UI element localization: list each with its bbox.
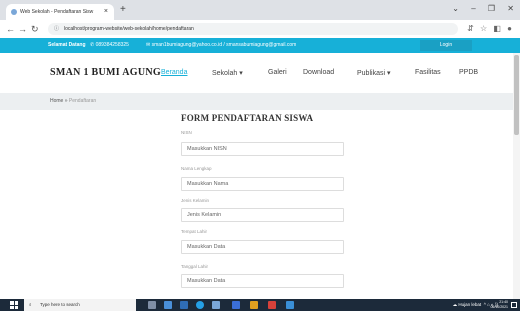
nav-sekolah[interactable]: Sekolah ▾ [212,69,243,77]
nav-galeri[interactable]: Galeri [268,69,287,76]
tab-title: Web Sekolah - Pendaftaran Sisw [20,9,94,15]
nav-beranda[interactable]: Beranda [161,69,187,76]
phone-text: ✆ 089384258325 [90,38,129,53]
tanggal-lahir-input[interactable] [181,274,344,288]
window-controls[interactable]: ⌄ – ❐ ✕ [452,4,514,13]
file-manager-icon[interactable] [164,301,172,309]
address-toolbar: ← → ↻ ⓘ localhost/program-website/web-se… [0,20,520,39]
taskbar-clock[interactable]: 21:40 06/10/2021 [490,300,508,310]
task-view-icon[interactable] [148,301,156,309]
email-address: sman1bumiagung@yahoo.co.id / smansabumia… [151,42,297,48]
tempat-lahir-label: Tempat Lahir [181,229,208,234]
nav-publikasi[interactable]: Publikasi ▾ [357,69,390,77]
mail-app-icon[interactable] [212,301,220,309]
store-icon[interactable] [180,301,188,309]
app-icon-blue[interactable] [286,301,294,309]
browser-tab[interactable]: Web Sekolah - Pendaftaran Sisw × [6,4,114,20]
reload-icon[interactable]: ↻ [31,22,39,36]
breadcrumb-current: Pendaftaran [68,98,97,104]
tempat-lahir-input[interactable] [181,240,344,254]
jenis-kelamin-label: Jenis Kelamin [181,198,210,203]
back-icon[interactable]: ← [6,22,15,36]
edge-browser-icon[interactable] [196,301,204,309]
taskbar-search[interactable]: ⌕ Type here to search [24,299,136,311]
weather-text: Hujan lebat [458,302,482,307]
browser-toolbar-icons[interactable]: ⇵ ☆ ◧ ● [467,22,512,36]
app-icon-red[interactable] [268,301,276,309]
scrollbar-thumb[interactable] [514,55,519,135]
breadcrumb: Home » Pendaftaran [50,93,96,110]
nav-download[interactable]: Download [303,69,334,76]
windows-start-icon[interactable] [10,301,18,309]
url-text[interactable]: localhost/program-website/web-sekolah/ho… [64,23,194,35]
search-placeholder: Type here to search [40,302,80,307]
school-brand[interactable]: SMAN 1 BUMI AGUNG [50,67,161,78]
greeting-text: Selamat Datang [48,42,86,48]
jenis-kelamin-input[interactable] [181,208,344,222]
page-scrollbar[interactable] [513,53,520,299]
folder-icon[interactable] [250,301,258,309]
email-text: ✉ sman1bumiagung@yahoo.co.id / smansabum… [146,38,296,53]
phone-number: 089384258325 [95,42,129,48]
nama-label: Nama Lengkap [181,166,212,171]
tab-close-icon[interactable]: × [104,4,108,20]
form-title: FORM PENDAFTARAN SISWA [181,113,314,123]
search-icon: ⌕ [29,302,32,307]
nav-fasilitas[interactable]: Fasilitas [415,69,441,76]
windows-taskbar: ⌕ Type here to search ☁ Hujan lebat ^ ⌂ … [0,299,520,311]
site-info-icon[interactable]: ⓘ [54,23,59,35]
tanggal-lahir-label: Tanggal Lahir [181,264,209,269]
breadcrumb-bar: Home » Pendaftaran [0,93,520,110]
nisn-label: NISN [181,130,192,135]
browser-tab-bar: Web Sekolah - Pendaftaran Sisw × + ⌄ – ❐… [0,0,520,20]
clock-date: 06/10/2021 [490,305,508,309]
site-header: SMAN 1 BUMI AGUNG Beranda Sekolah ▾ Gale… [0,53,520,93]
site-favicon-icon [11,9,17,15]
new-tab-button[interactable]: + [120,4,126,16]
nav-ppdb[interactable]: PPDB [459,69,478,76]
breadcrumb-home[interactable]: Home [50,98,63,104]
notification-icon[interactable] [511,302,517,308]
site-top-bar: Selamat Datang ✆ 089384258325 ✉ sman1bum… [0,38,520,53]
url-bar[interactable]: ⓘ localhost/program-website/web-sekolah/… [48,23,458,35]
nama-input[interactable] [181,177,344,191]
nisn-input[interactable] [181,142,344,156]
forward-icon[interactable]: → [18,22,27,36]
chrome-browser-icon[interactable] [232,301,240,309]
login-button[interactable]: Login [420,40,472,51]
